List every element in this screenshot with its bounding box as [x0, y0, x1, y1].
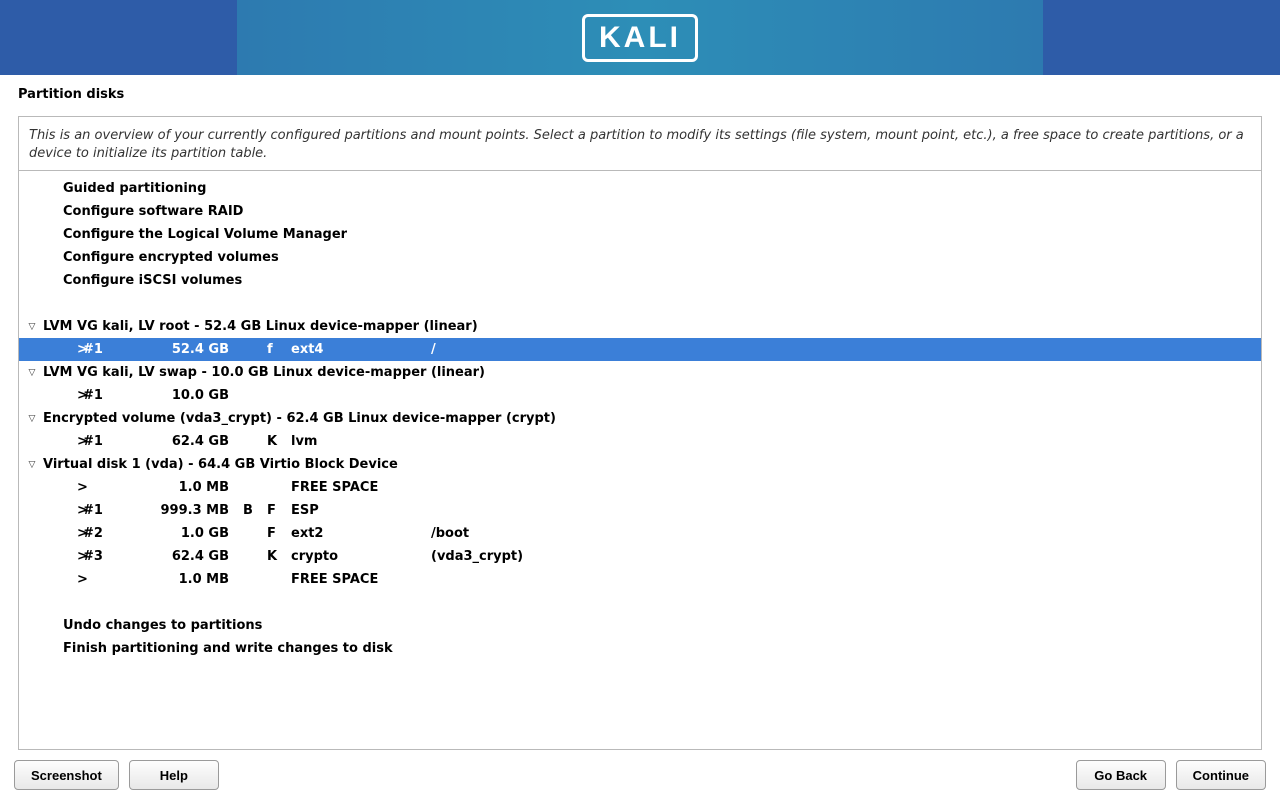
triangle-down-icon: ▽ [25, 414, 39, 424]
part-size: 62.4 GB [143, 549, 243, 564]
partition-row[interactable]: > #2 1.0 GB F ext2 /boot [19, 522, 1261, 545]
action-finish-partitioning[interactable]: Finish partitioning and write changes to… [19, 637, 1261, 660]
partition-row[interactable]: > #1 10.0 GB [19, 384, 1261, 407]
device-vda[interactable]: ▽ Virtual disk 1 (vda) - 64.4 GB Virtio … [19, 453, 1261, 476]
arrow-icon: > [43, 526, 83, 541]
part-flag2: F [267, 526, 291, 541]
banner: KALI [0, 0, 1280, 75]
part-mnt: / [431, 342, 571, 357]
triangle-down-icon: ▽ [25, 460, 39, 470]
part-mnt: /boot [431, 526, 571, 541]
part-flag2: F [267, 503, 291, 518]
part-fs: FREE SPACE [291, 572, 431, 587]
arrow-icon: > [43, 572, 83, 587]
part-size: 1.0 MB [143, 572, 243, 587]
part-num: #1 [83, 503, 143, 518]
part-size: 1.0 GB [143, 526, 243, 541]
intro-text: This is an overview of your currently co… [18, 116, 1262, 170]
device-lvm-root[interactable]: ▽ LVM VG kali, LV root - 52.4 GB Linux d… [19, 315, 1261, 338]
part-mnt: (vda3_crypt) [431, 549, 571, 564]
part-num: #1 [83, 434, 143, 449]
part-flag2: K [267, 549, 291, 564]
action-configure-raid[interactable]: Configure software RAID [19, 200, 1261, 223]
part-flag2: K [267, 434, 291, 449]
part-size: 10.0 GB [143, 388, 243, 403]
triangle-down-icon: ▽ [25, 368, 39, 378]
part-flag2: f [267, 342, 291, 357]
help-button[interactable]: Help [129, 760, 219, 790]
device-label: LVM VG kali, LV swap - 10.0 GB Linux dev… [43, 365, 485, 380]
part-fs: lvm [291, 434, 431, 449]
action-guided-partitioning[interactable]: Guided partitioning [19, 177, 1261, 200]
device-lvm-swap[interactable]: ▽ LVM VG kali, LV swap - 10.0 GB Linux d… [19, 361, 1261, 384]
kali-logo: KALI [582, 14, 698, 62]
part-fs: ESP [291, 503, 431, 518]
arrow-icon: > [43, 503, 83, 518]
part-num: #3 [83, 549, 143, 564]
arrow-icon: > [43, 342, 83, 357]
logo-text: KALI [599, 21, 681, 54]
part-num: #1 [83, 342, 143, 357]
partition-row[interactable]: > 1.0 MB FREE SPACE [19, 476, 1261, 499]
device-label: Encrypted volume (vda3_crypt) - 62.4 GB … [43, 411, 556, 426]
footer: Screenshot Help Go Back Continue [0, 750, 1280, 800]
action-configure-encrypted[interactable]: Configure encrypted volumes [19, 246, 1261, 269]
device-label: LVM VG kali, LV root - 52.4 GB Linux dev… [43, 319, 478, 334]
partition-row[interactable]: > #1 52.4 GB f ext4 / [19, 338, 1261, 361]
arrow-icon: > [43, 434, 83, 449]
action-undo-changes[interactable]: Undo changes to partitions [19, 614, 1261, 637]
content-area: Partition disks This is an overview of y… [0, 75, 1280, 750]
partition-list[interactable]: Guided partitioning Configure software R… [18, 170, 1262, 750]
spacer [19, 292, 1261, 315]
part-fs: FREE SPACE [291, 480, 431, 495]
device-label: Virtual disk 1 (vda) - 64.4 GB Virtio Bl… [43, 457, 398, 472]
part-fs: crypto [291, 549, 431, 564]
partition-row[interactable]: > #3 62.4 GB K crypto (vda3_crypt) [19, 545, 1261, 568]
arrow-icon: > [43, 480, 83, 495]
part-size: 1.0 MB [143, 480, 243, 495]
continue-button[interactable]: Continue [1176, 760, 1266, 790]
action-configure-iscsi[interactable]: Configure iSCSI volumes [19, 269, 1261, 292]
partition-row[interactable]: > 1.0 MB FREE SPACE [19, 568, 1261, 591]
part-num: #1 [83, 388, 143, 403]
go-back-button[interactable]: Go Back [1076, 760, 1166, 790]
device-encrypted[interactable]: ▽ Encrypted volume (vda3_crypt) - 62.4 G… [19, 407, 1261, 430]
partition-row[interactable]: > #1 62.4 GB K lvm [19, 430, 1261, 453]
part-fs: ext4 [291, 342, 431, 357]
action-configure-lvm[interactable]: Configure the Logical Volume Manager [19, 223, 1261, 246]
part-flag1: B [243, 503, 267, 518]
part-size: 999.3 MB [143, 503, 243, 518]
part-size: 52.4 GB [143, 342, 243, 357]
page-title: Partition disks [18, 87, 1262, 102]
spacer [19, 591, 1261, 614]
triangle-down-icon: ▽ [25, 322, 39, 332]
part-fs: ext2 [291, 526, 431, 541]
arrow-icon: > [43, 388, 83, 403]
screenshot-button[interactable]: Screenshot [14, 760, 119, 790]
arrow-icon: > [43, 549, 83, 564]
part-size: 62.4 GB [143, 434, 243, 449]
partition-row[interactable]: > #1 999.3 MB B F ESP [19, 499, 1261, 522]
part-num: #2 [83, 526, 143, 541]
